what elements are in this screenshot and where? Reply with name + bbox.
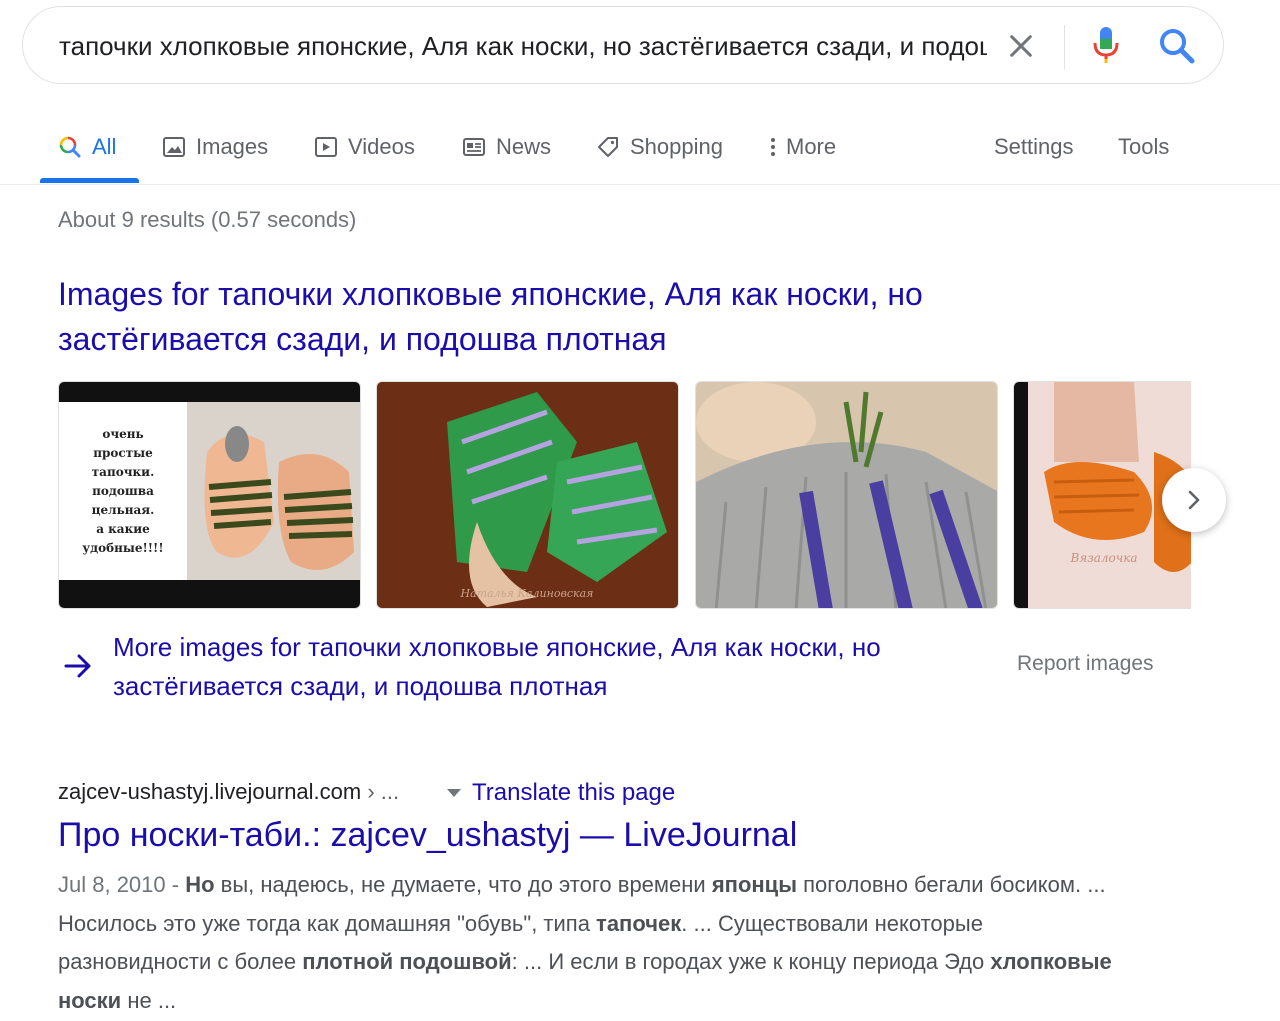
tab-label-settings: Settings: [994, 134, 1074, 159]
tab-label-images: Images: [196, 134, 269, 159]
result-snippet: Jul 8, 2010 - Но вы, надеюсь, не думаете…: [58, 866, 1128, 1020]
snippet-text: : ... И если в городах уже к концу перио…: [511, 949, 991, 974]
snippet-bold: тапочек: [596, 910, 682, 936]
tab-videos[interactable]: Videos: [314, 128, 415, 166]
search-icon[interactable]: [1157, 26, 1197, 66]
tab-label-shopping: Shopping: [630, 134, 723, 159]
tab-tools[interactable]: Tools: [1118, 128, 1169, 166]
tab-more[interactable]: More: [766, 128, 836, 166]
newspaper-icon: [463, 138, 485, 156]
tag-icon: [598, 137, 618, 157]
report-images-link[interactable]: Report images: [1017, 652, 1154, 676]
result-date: Jul 8, 2010 -: [58, 872, 186, 897]
thumb1-text-line: простые: [93, 446, 153, 460]
result-stats: About 9 results (0.57 seconds): [58, 207, 357, 232]
result-url[interactable]: zajcev-ushastyj.livejournal.com › ...: [58, 779, 399, 805]
snippet-bold: плотной подошвой: [302, 949, 512, 974]
result-breadcrumb: › ...: [361, 779, 400, 804]
thumb2-watermark: Наталья Калиновская: [460, 587, 594, 600]
result-title-link[interactable]: Про носки-таби.: zajcev_ushastyj — LiveJ…: [58, 816, 797, 855]
search-tabs: All Images Videos News Shopping More Set…: [0, 110, 1280, 185]
play-icon: [315, 137, 337, 157]
microphone-icon[interactable]: [1091, 25, 1121, 67]
more-images-link[interactable]: More images for тапочки хлопковые японск…: [113, 628, 993, 706]
chevron-right-icon: [1188, 490, 1200, 510]
thumb1-text-line: очень: [102, 427, 143, 441]
snippet-text: вы, надеюсь, не думаете, что до этого вр…: [214, 872, 712, 897]
tab-label-tools: Tools: [1118, 134, 1170, 159]
arrow-right-icon[interactable]: [62, 650, 94, 682]
snippet-bold: Но: [185, 872, 215, 897]
close-icon[interactable]: [1005, 30, 1037, 62]
search-box: [22, 6, 1224, 84]
tab-all[interactable]: All: [58, 128, 116, 166]
image-thumbnail-3[interactable]: [695, 381, 998, 609]
tab-images[interactable]: Images: [162, 128, 268, 166]
tab-label-all: All: [92, 134, 117, 159]
caret-down-icon[interactable]: [447, 789, 461, 797]
thumb1-text-line: тапочки.: [92, 465, 155, 479]
thumb1-text-line: цельная.: [92, 503, 155, 517]
snippet-bold: японцы: [711, 872, 797, 897]
active-tab-indicator: [40, 178, 139, 183]
images-section-title[interactable]: Images for тапочки хлопковые японские, А…: [58, 272, 1058, 362]
more-vertical-icon: [771, 138, 775, 156]
tab-settings[interactable]: Settings: [994, 128, 1074, 166]
tab-label-news: News: [496, 134, 552, 159]
tab-shopping[interactable]: Shopping: [596, 128, 723, 166]
translate-page-link[interactable]: Translate this page: [472, 779, 675, 807]
search-input[interactable]: [59, 29, 987, 63]
image-thumbnail-2[interactable]: Наталья Калиновская: [376, 381, 679, 609]
thumb4-watermark: Вязалочка: [1069, 551, 1137, 565]
carousel-next-button[interactable]: [1162, 468, 1226, 532]
snippet-text: не ...: [121, 987, 177, 1013]
tab-label-videos: Videos: [348, 134, 415, 159]
tab-news[interactable]: News: [462, 128, 551, 166]
thumb1-text-line: а какие: [96, 522, 150, 536]
tab-label-more: More: [786, 134, 837, 159]
result-domain: zajcev-ushastyj.livejournal.com: [58, 779, 362, 804]
thumb1-text-line: подошва: [92, 484, 154, 498]
search-divider: [1064, 25, 1065, 69]
thumb1-text-line: удобные!!!!: [82, 541, 163, 555]
search-multicolor-icon: [59, 136, 81, 158]
image-icon: [163, 137, 185, 157]
image-thumbnail-1[interactable]: очень простые тапочки. подошва цельная. …: [58, 381, 361, 609]
